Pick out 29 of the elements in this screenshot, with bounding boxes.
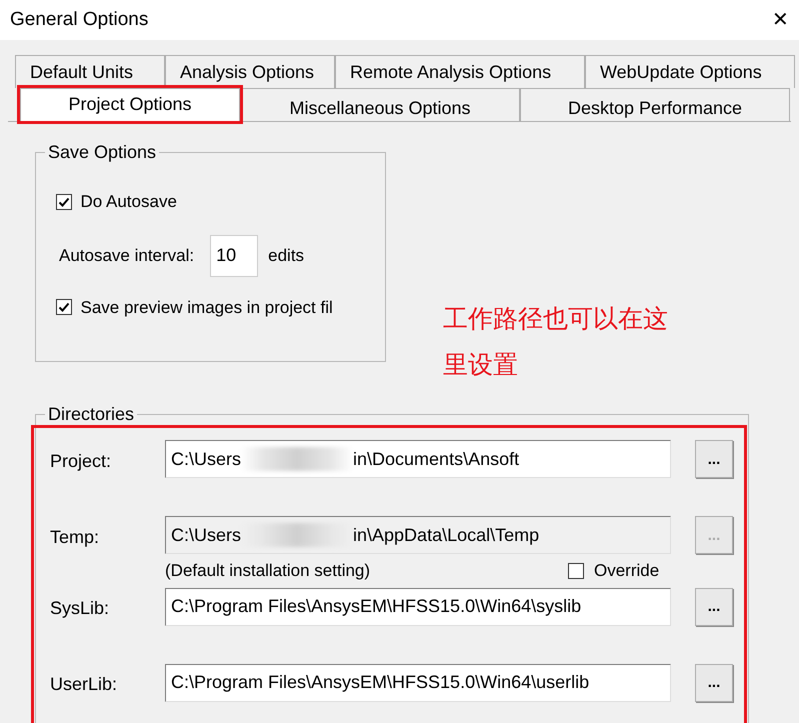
field-label: UserLib: xyxy=(50,673,118,696)
tab[interactable]: WebUpdate Options xyxy=(585,55,795,88)
checkbox-label: Save preview images in project fil xyxy=(80,296,333,318)
note-text: (Default installation setting) xyxy=(165,560,372,582)
field-label: SysLib: xyxy=(50,597,110,620)
interval-field[interactable]: 10 xyxy=(210,234,258,276)
unit-label: edits xyxy=(268,244,304,267)
path-field[interactable]: C:\Users in\Documents\Ansoft xyxy=(165,440,671,478)
checkbox[interactable] xyxy=(56,194,72,210)
checkbox[interactable] xyxy=(56,299,72,316)
browse-button[interactable]: ... xyxy=(695,588,733,626)
window-title: General Options xyxy=(10,8,148,32)
tab[interactable]: Miscellaneous Options xyxy=(240,88,520,121)
field-label: Temp: xyxy=(50,526,100,549)
checkbox-label: Override xyxy=(594,560,660,582)
tab[interactable]: Default Units xyxy=(15,55,165,88)
field-label: Autosave interval: xyxy=(59,244,194,267)
field-label: Project: xyxy=(50,450,112,473)
checkbox-label: Do Autosave xyxy=(80,191,177,213)
tab[interactable]: Project Options xyxy=(20,88,240,121)
path-field[interactable]: C:\Program Files\AnsysEM\HFSS15.0\Win64\userlib xyxy=(165,664,671,702)
annotation-text: 工作路径也可以在这里设置 xyxy=(443,304,669,381)
tab[interactable]: Remote Analysis Options xyxy=(335,55,585,88)
tab[interactable]: Desktop Performance xyxy=(520,88,790,121)
tab[interactable]: Analysis Options xyxy=(165,55,335,88)
browse-button[interactable]: ... xyxy=(695,664,733,702)
path-field[interactable]: C:\Program Files\AnsysEM\HFSS15.0\Win64\syslib xyxy=(165,588,671,626)
browse-button[interactable]: ... xyxy=(695,440,733,478)
close-button[interactable]: ✕ xyxy=(768,10,793,30)
